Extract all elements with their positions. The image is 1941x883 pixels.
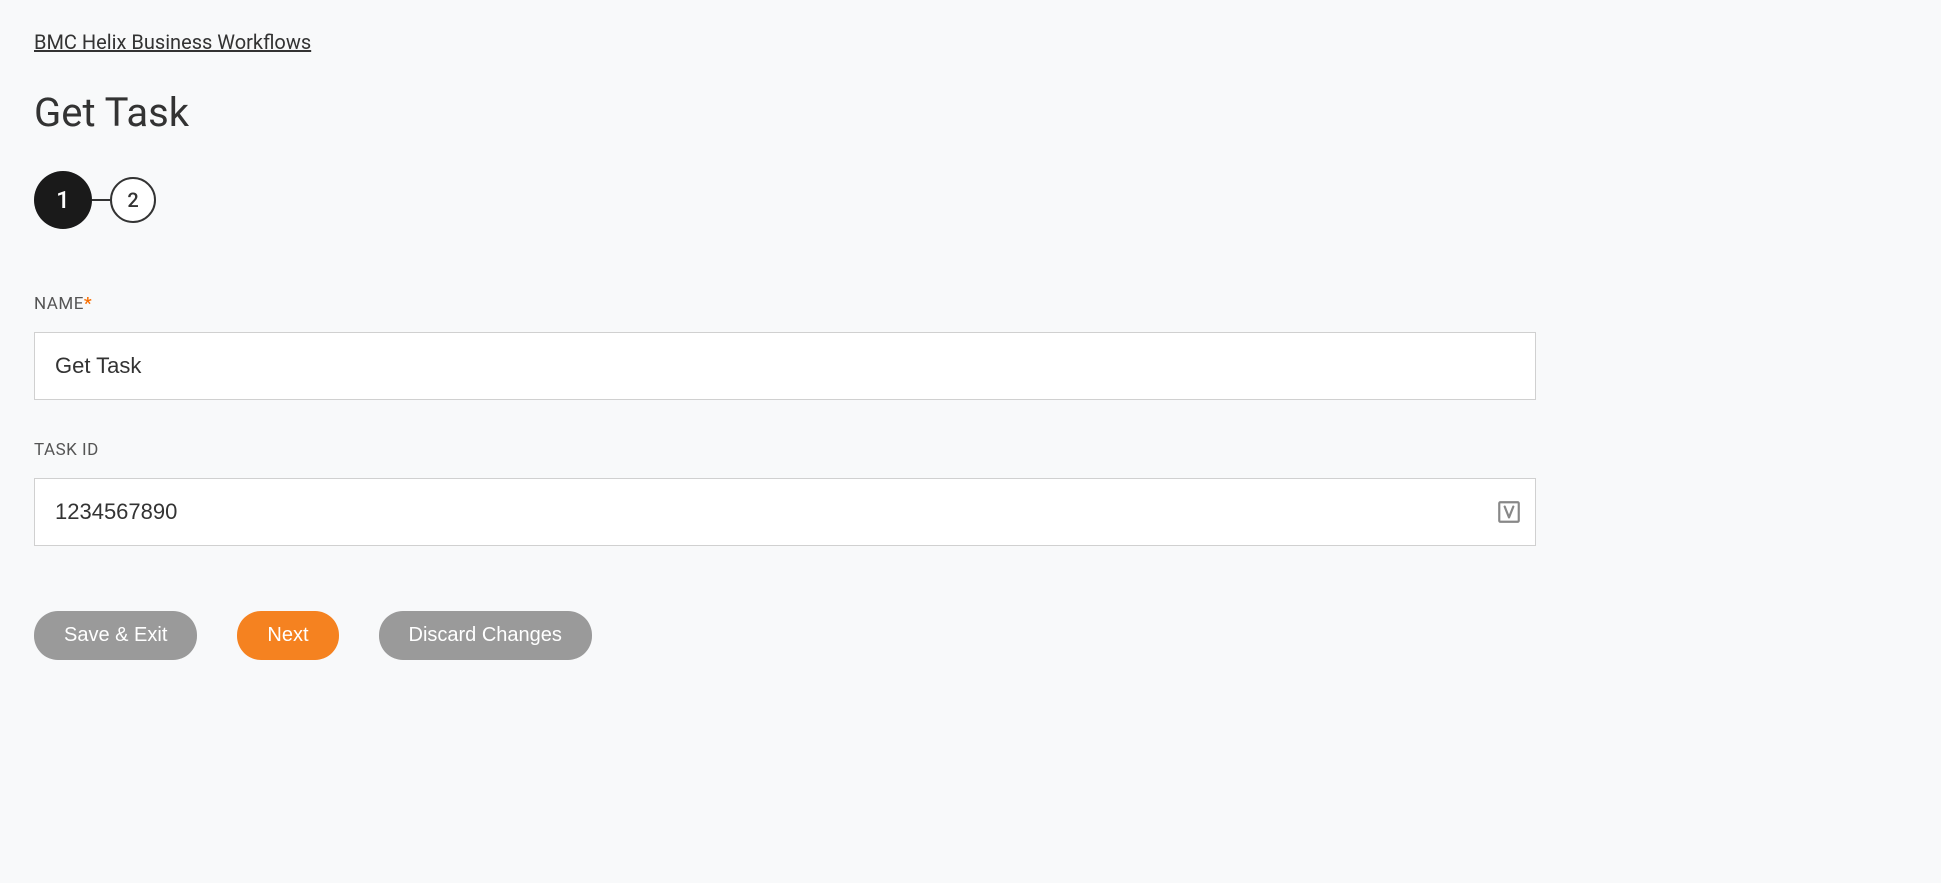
name-input[interactable]	[34, 332, 1536, 400]
required-mark: *	[84, 294, 92, 314]
name-label: NAME*	[34, 294, 1907, 314]
step-2[interactable]: 2	[110, 177, 156, 223]
form-group-task-id: TASK ID	[34, 440, 1907, 546]
button-row: Save & Exit Next Discard Changes	[34, 611, 1907, 660]
discard-changes-button[interactable]: Discard Changes	[379, 611, 592, 660]
form-group-name: NAME*	[34, 294, 1907, 400]
name-label-text: NAME	[34, 294, 84, 314]
save-exit-button[interactable]: Save & Exit	[34, 611, 197, 660]
variable-picker-icon[interactable]	[1496, 499, 1522, 525]
next-button[interactable]: Next	[237, 611, 338, 660]
stepper: 1 2	[34, 171, 1907, 229]
task-id-label: TASK ID	[34, 440, 1907, 460]
step-1[interactable]: 1	[34, 171, 92, 229]
page-title: Get Task	[34, 89, 1907, 136]
step-connector	[92, 199, 110, 201]
task-id-input[interactable]	[34, 478, 1536, 546]
breadcrumb-link[interactable]: BMC Helix Business Workflows	[34, 30, 311, 54]
